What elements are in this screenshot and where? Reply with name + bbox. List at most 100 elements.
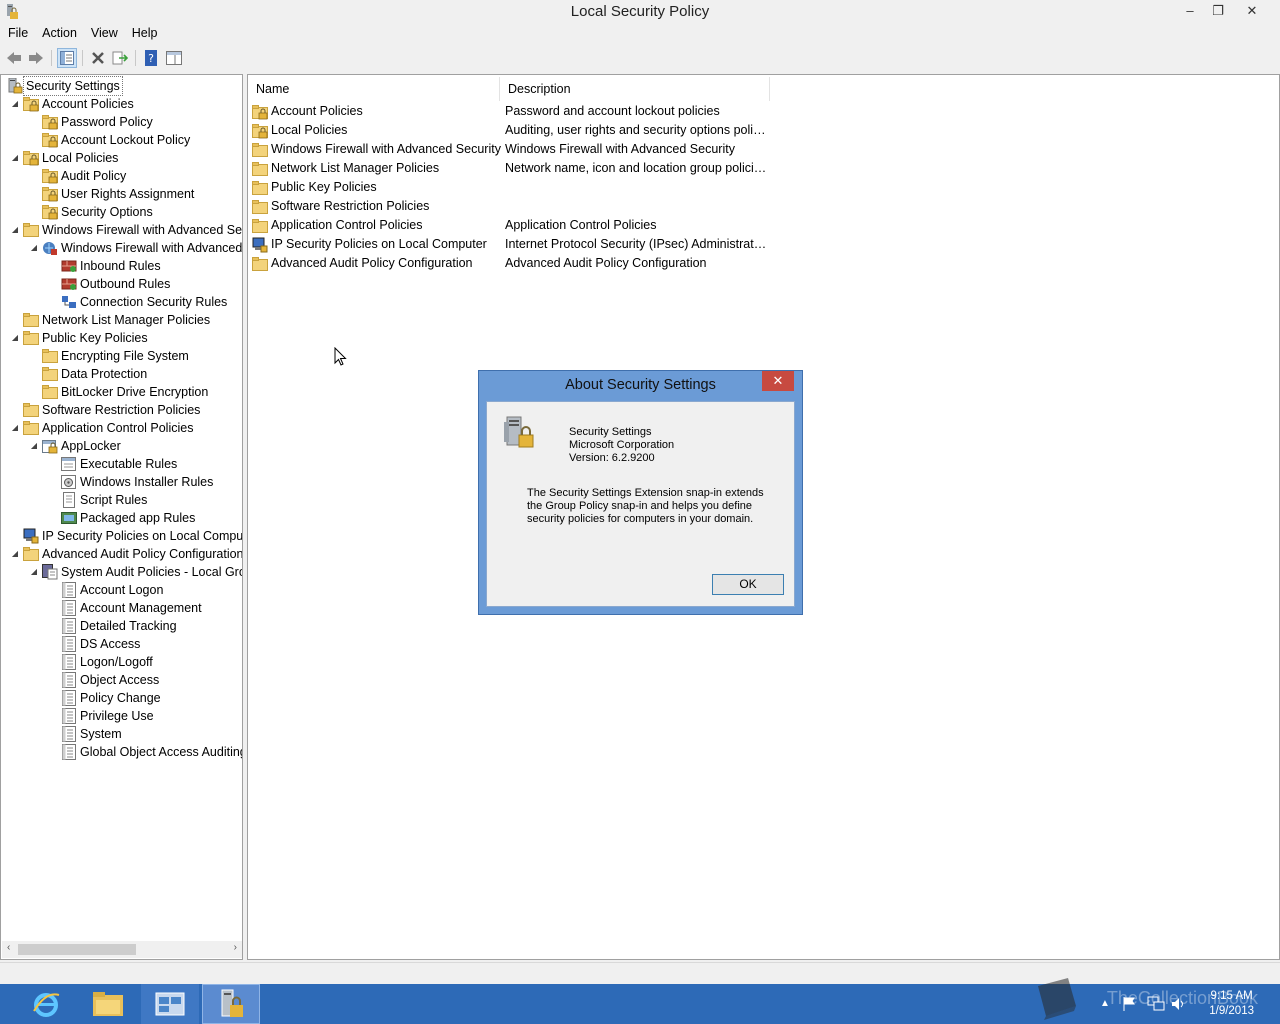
menu-action[interactable]: Action [36,24,83,42]
tree-item-software-restriction-policies[interactable]: Software Restriction Policies [10,401,200,419]
expanded-triangle-icon[interactable]: ◢ [29,437,39,455]
list-row[interactable]: Local Policies Auditing, user rights and … [252,121,1012,140]
show-hidden-icons-icon[interactable]: ▲ [1100,998,1110,1009]
list-row[interactable]: Software Restriction Policies [252,197,1012,216]
tree-item-account-lockout-policy[interactable]: Account Lockout Policy [29,131,190,149]
list-row[interactable]: IP Security Policies on Local Computer In… [252,235,1012,254]
tree-item-ds-access[interactable]: DS Access [48,635,140,653]
delete-button[interactable] [88,48,108,68]
tree-item-local-policies[interactable]: ◢ Local Policies [10,149,118,167]
tree-item-label: Local Policies [42,151,119,165]
list-row[interactable]: Network List Manager Policies Network nam… [252,159,1012,178]
expanded-triangle-icon[interactable]: ◢ [29,239,39,257]
expanded-triangle-icon[interactable]: ◢ [10,545,20,563]
tree-item-system[interactable]: System [48,725,122,743]
column-header-name[interactable]: Name [248,77,500,101]
column-header-description[interactable]: Description [500,77,770,101]
scrollbar-thumb[interactable] [18,944,136,955]
network-icon[interactable] [1147,996,1165,1012]
tree-item-inbound-rules[interactable]: Inbound Rules [48,257,161,275]
show-hide-tree-button[interactable] [57,48,77,68]
tree-item-script-rules[interactable]: Script Rules [48,491,147,509]
list-row[interactable]: Advanced Audit Policy Configuration Advan… [252,254,1012,273]
tree-item-bitlocker-drive-encryption[interactable]: BitLocker Drive Encryption [29,383,208,401]
tree-item-public-key-policies[interactable]: ◢ Public Key Policies [10,329,148,347]
tree-item-security-settings[interactable]: Security Settings [7,76,123,96]
expanded-triangle-icon[interactable]: ◢ [10,419,20,437]
taskbar-internet-explorer[interactable] [17,984,75,1024]
console-tree[interactable]: Security Settings ◢ Account Policies Passwo… [0,74,243,960]
tree-item-windows-installer-rules[interactable]: Windows Installer Rules [48,473,213,491]
action-center-flag-icon[interactable] [1122,996,1136,1012]
close-button[interactable]: ✕ [1238,0,1266,22]
tree-item-privilege-use[interactable]: Privilege Use [48,707,154,725]
tree-item-system-audit-policies[interactable]: ◢ System Audit Policies - Local Grou [29,563,243,581]
help-button[interactable]: ? [141,48,161,68]
ok-button[interactable]: OK [712,574,784,595]
audit-icon [62,654,76,670]
tree-item-advanced-audit-policy-configuration[interactable]: ◢ Advanced Audit Policy Configuration [10,545,242,563]
tree-item-security-options[interactable]: Security Options [29,203,153,221]
tree-item-label: BitLocker Drive Encryption [61,385,209,399]
menu-view[interactable]: View [85,24,124,42]
list-row[interactable]: Public Key Policies [252,178,1012,197]
export-list-button[interactable] [110,48,130,68]
tree-item-label: Password Policy [61,115,153,129]
forward-button[interactable] [26,48,46,68]
tree-item-label: Policy Change [80,691,161,705]
scroll-right-icon[interactable]: › [234,942,237,953]
tree-item-object-access[interactable]: Object Access [48,671,159,689]
lockfolder-icon [252,123,268,138]
tree-item-policy-change[interactable]: Policy Change [48,689,161,707]
tree-item-audit-policy[interactable]: Audit Policy [29,167,126,185]
tree-item-ip-security-policies[interactable]: IP Security Policies on Local Compute [10,527,242,545]
tree-item-data-protection[interactable]: Data Protection [29,365,147,383]
tree-item-windows-firewall[interactable]: ◢ Windows Firewall with Advanced Secu [10,221,242,239]
clock[interactable]: 9:15 AM 1/9/2013 [1209,989,1254,1019]
restore-button[interactable]: ❐ [1204,0,1232,22]
taskbar-server-manager[interactable] [141,984,199,1024]
back-button[interactable] [4,48,24,68]
scroll-left-icon[interactable]: ‹ [7,942,10,953]
list-row[interactable]: Windows Firewall with Advanced Security W… [252,140,1012,159]
tree-item-applocker[interactable]: ◢ AppLocker [29,437,121,455]
expanded-triangle-icon[interactable]: ◢ [10,329,20,347]
show-action-pane-button[interactable] [164,48,184,68]
volume-icon[interactable] [1171,996,1187,1012]
list-row[interactable]: Application Control Policies Application … [252,216,1012,235]
help-icon: ? [145,50,157,66]
tree-item-executable-rules[interactable]: Executable Rules [48,455,177,473]
menu-file[interactable]: File [2,24,34,42]
dialog-close-button[interactable]: ✕ [762,371,794,391]
status-bar [0,962,1280,985]
tree-item-logon-logoff[interactable]: Logon/Logoff [48,653,153,671]
tree-item-network-list-manager-policies[interactable]: Network List Manager Policies [10,311,210,329]
tree-item-application-control-policies[interactable]: ◢ Application Control Policies [10,419,193,437]
tree-item-account-logon[interactable]: Account Logon [48,581,163,599]
taskbar-local-security-policy[interactable] [202,984,260,1024]
audit-icon [62,726,76,742]
folder-icon [23,223,39,237]
tree-item-label: System Audit Policies - Local Grou [61,565,243,579]
tree-item-global-object-access-auditing[interactable]: Global Object Access Auditing [48,743,242,761]
list-row[interactable]: Account Policies Password and account loc… [252,102,1012,121]
tree-item-user-rights-assignment[interactable]: User Rights Assignment [29,185,194,203]
tree-item-password-policy[interactable]: Password Policy [29,113,153,131]
tree-item-account-policies[interactable]: ◢ Account Policies [10,95,134,113]
minimize-button[interactable]: – [1176,0,1204,22]
expanded-triangle-icon[interactable]: ◢ [29,563,39,581]
folder-icon [252,256,268,271]
expanded-triangle-icon[interactable]: ◢ [10,95,20,113]
tree-item-windows-firewall-local[interactable]: ◢ Windows Firewall with Advanced [29,239,242,257]
menu-help[interactable]: Help [126,24,164,42]
tree-item-account-management[interactable]: Account Management [48,599,202,617]
tree-item-encrypting-file-system[interactable]: Encrypting File System [29,347,189,365]
expanded-triangle-icon[interactable]: ◢ [10,149,20,167]
taskbar-file-explorer[interactable] [79,984,137,1024]
tree-item-packaged-app-rules[interactable]: Packaged app Rules [48,509,195,527]
expanded-triangle-icon[interactable]: ◢ [10,221,20,239]
tree-horizontal-scrollbar[interactable]: ‹ › [2,941,242,958]
tree-item-connection-security-rules[interactable]: Connection Security Rules [48,293,227,311]
tree-item-outbound-rules[interactable]: Outbound Rules [48,275,170,293]
tree-item-detailed-tracking[interactable]: Detailed Tracking [48,617,177,635]
